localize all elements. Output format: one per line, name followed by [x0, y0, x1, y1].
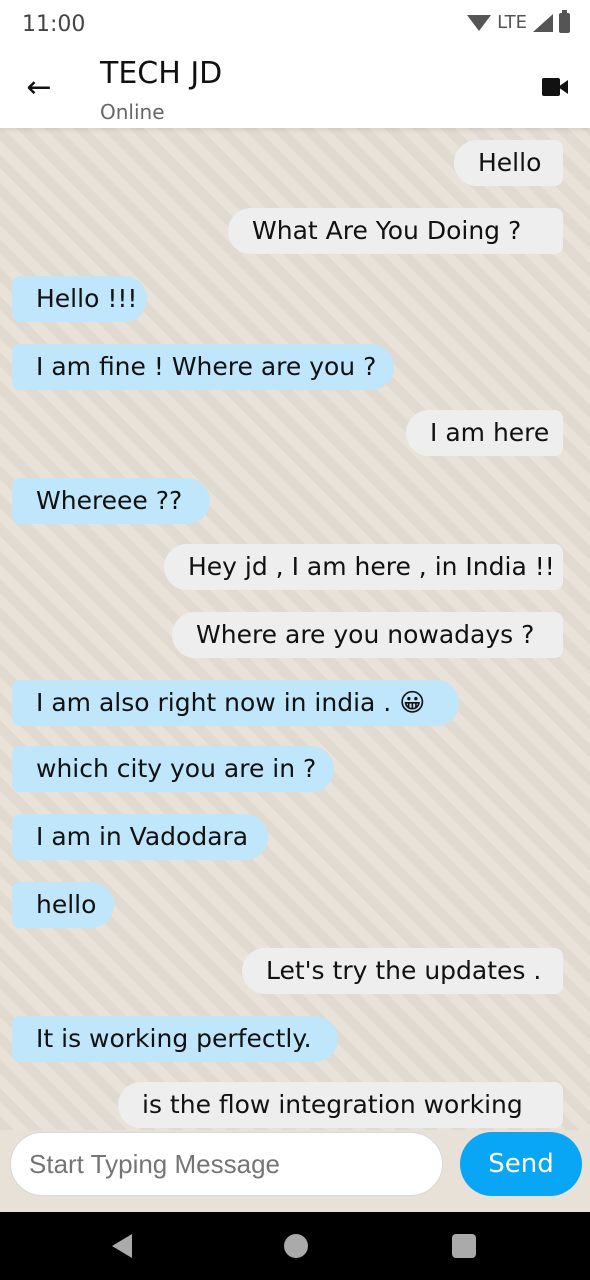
message-bubble: It is working perfectly. [12, 1016, 338, 1062]
status-time: 11:00 [22, 12, 86, 37]
nav-recents-icon[interactable] [452, 1234, 476, 1258]
signal-icon [533, 13, 553, 32]
contact-name: TECH JD [100, 56, 223, 91]
status-icons: LTE [467, 9, 570, 33]
nav-home-icon[interactable] [284, 1234, 308, 1258]
message-input-wrap[interactable] [10, 1132, 443, 1196]
message-list: Hello What Are You Doing ? Hello !!! I a… [0, 128, 590, 1130]
message-bubble: Hey jd , I am here , in India !! [164, 544, 563, 590]
chat-header: ← TECH JD Online [0, 52, 590, 128]
message-bubble: I am also right now in india . 😀 [12, 680, 459, 726]
message-bubble: What Are You Doing ? [228, 208, 563, 254]
wifi-icon [467, 14, 492, 31]
nav-back-icon[interactable] [112, 1234, 132, 1258]
message-bubble: Let's try the updates . [242, 948, 563, 994]
send-button[interactable]: Send [460, 1132, 582, 1196]
contact-status: Online [100, 100, 165, 124]
message-bubble: Hello [454, 140, 563, 186]
message-bubble: I am in Vadodara [12, 814, 268, 860]
arrow-left-icon: ← [26, 69, 52, 105]
message-bubble: Hello !!! [12, 276, 147, 322]
video-call-button[interactable] [542, 78, 568, 96]
message-bubble: Whereee ?? [12, 478, 210, 524]
back-button[interactable]: ← [24, 69, 54, 105]
message-bubble: I am here [406, 410, 563, 456]
message-bubble: I am fine ! Where are you ? [12, 344, 394, 390]
video-camera-icon [558, 80, 568, 94]
message-bubble: Where are you nowadays ? [172, 612, 563, 658]
network-label: LTE [497, 12, 527, 33]
system-nav-bar [0, 1212, 590, 1280]
chat-screen: 11:00 LTE ← TECH JD Online Hello What Ar… [0, 0, 590, 1280]
message-bubble: which city you are in ? [12, 746, 334, 792]
message-bubble: hello [12, 882, 114, 928]
message-bubble: is the flow integration working [118, 1082, 563, 1128]
composer: Send [0, 1130, 590, 1212]
message-input[interactable] [27, 1147, 426, 1181]
status-bar: 11:00 LTE [0, 0, 590, 52]
battery-icon [559, 9, 570, 33]
